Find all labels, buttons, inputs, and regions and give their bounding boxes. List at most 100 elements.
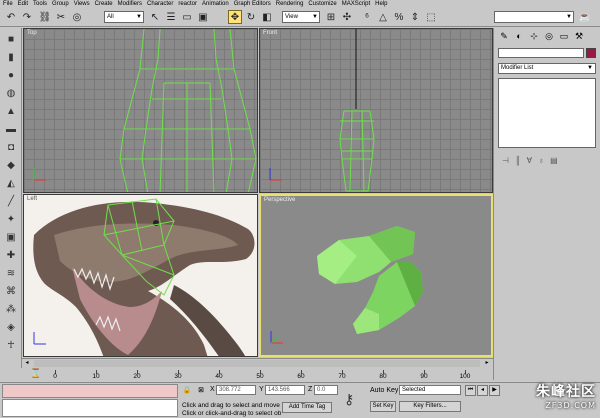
show-end-result-icon[interactable]: ║: [515, 156, 521, 165]
bone-icon[interactable]: ⌘: [3, 284, 19, 298]
set-key-button[interactable]: Set Key: [370, 401, 396, 412]
menu-item-help[interactable]: Help: [375, 0, 387, 8]
rect-selection-icon[interactable]: ▭: [180, 10, 194, 24]
key-mode-icon[interactable]: ⚷: [344, 391, 354, 408]
selection-filter-dropdown[interactable]: All ▼: [104, 11, 144, 23]
go-to-start-icon[interactable]: ⏮: [465, 385, 476, 396]
spinner-snap-icon[interactable]: ⇕: [408, 10, 422, 24]
menu-item-modifiers[interactable]: Modifiers: [118, 0, 142, 8]
pyramid-icon[interactable]: ◭: [3, 176, 19, 190]
object-color-swatch[interactable]: [586, 48, 596, 58]
select-and-move-icon[interactable]: ✥: [228, 10, 242, 24]
display-tab-icon[interactable]: ▭: [558, 30, 570, 42]
manipulate-icon[interactable]: ✣: [340, 10, 354, 24]
reference-coordinate-dropdown[interactable]: View ▼: [282, 11, 320, 23]
named-selection-sets-dropdown[interactable]: ▼: [494, 11, 574, 23]
select-and-rotate-icon[interactable]: ↻: [244, 10, 258, 24]
hierarchy-tab-icon[interactable]: ⊹: [528, 30, 540, 42]
y-coordinate-field[interactable]: 143.566: [265, 385, 305, 395]
window-crossing-icon[interactable]: ▣: [196, 10, 210, 24]
unlink-icon[interactable]: ✂: [54, 10, 68, 24]
bind-spacewarp-icon[interactable]: ◎: [70, 10, 84, 24]
pin-stack-icon[interactable]: ⊣: [502, 156, 509, 165]
menu-item-edit[interactable]: Edit: [18, 0, 28, 8]
geosphere-icon[interactable]: ◆: [3, 158, 19, 172]
modifier-stack[interactable]: [498, 78, 596, 148]
auto-key-button[interactable]: Auto Key: [370, 387, 398, 394]
menu-item-group[interactable]: Group: [52, 0, 69, 8]
x-coordinate-field[interactable]: 308.772: [216, 385, 256, 395]
y-label: Y: [259, 386, 264, 393]
lock-selection-icon[interactable]: 🔒: [182, 385, 192, 395]
pivot-icon[interactable]: ⊞: [324, 10, 338, 24]
create-tab-icon[interactable]: ✎: [498, 30, 510, 42]
z-label: Z: [308, 386, 313, 393]
configure-modifier-icon[interactable]: ▤: [550, 156, 558, 165]
remove-modifier-icon[interactable]: ♁: [538, 156, 544, 165]
plane-icon[interactable]: ▬: [3, 122, 19, 136]
menu-item-customize[interactable]: Customize: [308, 0, 336, 8]
selection-dropdown[interactable]: Selected: [399, 385, 461, 395]
select-and-scale-icon[interactable]: ◧: [260, 10, 274, 24]
box-icon[interactable]: ■: [3, 32, 19, 46]
torus-icon[interactable]: ◍: [3, 86, 19, 100]
top-viewport[interactable]: Top: [23, 28, 258, 193]
add-time-tag-button[interactable]: Add Time Tag: [282, 402, 332, 413]
make-unique-icon[interactable]: ∀: [527, 156, 532, 165]
sphere-icon[interactable]: ●: [3, 68, 19, 82]
menu-item-create[interactable]: Create: [95, 0, 113, 8]
menu-bar: File Edit Tools Group Views Create Modifiers Ch…: [0, 0, 600, 8]
left-viewport[interactable]: Left: [23, 194, 258, 357]
camera-icon[interactable]: ▣: [3, 230, 19, 244]
object-name-field[interactable]: [498, 48, 584, 58]
cylinder-icon[interactable]: ▮: [3, 50, 19, 64]
tube-icon[interactable]: ◘: [3, 140, 19, 154]
undo-icon[interactable]: ↶: [4, 10, 18, 24]
menu-item-reactor[interactable]: reactor: [178, 0, 197, 8]
percent-snap-icon[interactable]: %: [392, 10, 406, 24]
maxscript-listener-white[interactable]: [2, 399, 178, 417]
ruler-tick-label: 100: [459, 373, 471, 380]
ruler-tick-label: 50: [256, 373, 264, 380]
trackbar-toggle-icon[interactable]: ⌛: [30, 368, 41, 379]
modifier-icon[interactable]: ◈: [3, 320, 19, 334]
modifier-list-dropdown[interactable]: Modifier List ▼: [498, 63, 596, 74]
ruler-tick-label: 0: [53, 373, 57, 380]
menu-item-tools[interactable]: Tools: [33, 0, 47, 8]
select-object-icon[interactable]: ↖: [148, 10, 162, 24]
cone-icon[interactable]: ▲: [3, 104, 19, 118]
menu-item-character[interactable]: Character: [147, 0, 173, 8]
track-ruler[interactable]: 0 10 20 30 40 50 60 70 80 90 100: [50, 368, 470, 382]
helper-icon[interactable]: ✚: [3, 248, 19, 262]
perspective-viewport[interactable]: Perspective: [259, 194, 493, 357]
prev-frame-icon[interactable]: ◂: [22, 359, 32, 368]
select-by-name-icon[interactable]: ☰: [164, 10, 178, 24]
menu-item-rendering[interactable]: Rendering: [276, 0, 304, 8]
biped-icon[interactable]: ☥: [3, 338, 19, 352]
menu-item-graph-editors[interactable]: Graph Editors: [234, 0, 271, 8]
key-filters-button[interactable]: Key Filters...: [399, 401, 461, 412]
menu-item-maxscript[interactable]: MAXScript: [342, 0, 370, 8]
particle-icon[interactable]: ⁂: [3, 302, 19, 316]
z-coordinate-field[interactable]: 0.0: [314, 385, 338, 395]
modify-tab-icon[interactable]: ◐: [513, 30, 525, 42]
next-frame-icon[interactable]: ▸: [482, 359, 492, 368]
time-slider[interactable]: [34, 360, 480, 367]
absolute-mode-icon[interactable]: ⊠: [196, 385, 206, 395]
menu-item-views[interactable]: Views: [74, 0, 90, 8]
light-icon[interactable]: ✦: [3, 212, 19, 226]
line-icon[interactable]: ╱: [3, 194, 19, 208]
redo-icon[interactable]: ↷: [20, 10, 34, 24]
link-icon[interactable]: ⛓: [38, 10, 52, 24]
snap-toggle-icon[interactable]: ⁶: [360, 10, 374, 24]
maxscript-listener-pink[interactable]: [2, 384, 178, 398]
menu-item-animation[interactable]: Animation: [202, 0, 229, 8]
render-icon[interactable]: ☕: [578, 10, 592, 24]
front-viewport[interactable]: Front: [259, 28, 493, 193]
menu-item-file[interactable]: File: [3, 0, 13, 8]
named-selection-icon[interactable]: ⬚: [424, 10, 438, 24]
motion-tab-icon[interactable]: ◎: [543, 30, 555, 42]
spacewarp-icon[interactable]: ≋: [3, 266, 19, 280]
angle-snap-icon[interactable]: △: [376, 10, 390, 24]
utilities-tab-icon[interactable]: ⚒: [573, 30, 585, 42]
